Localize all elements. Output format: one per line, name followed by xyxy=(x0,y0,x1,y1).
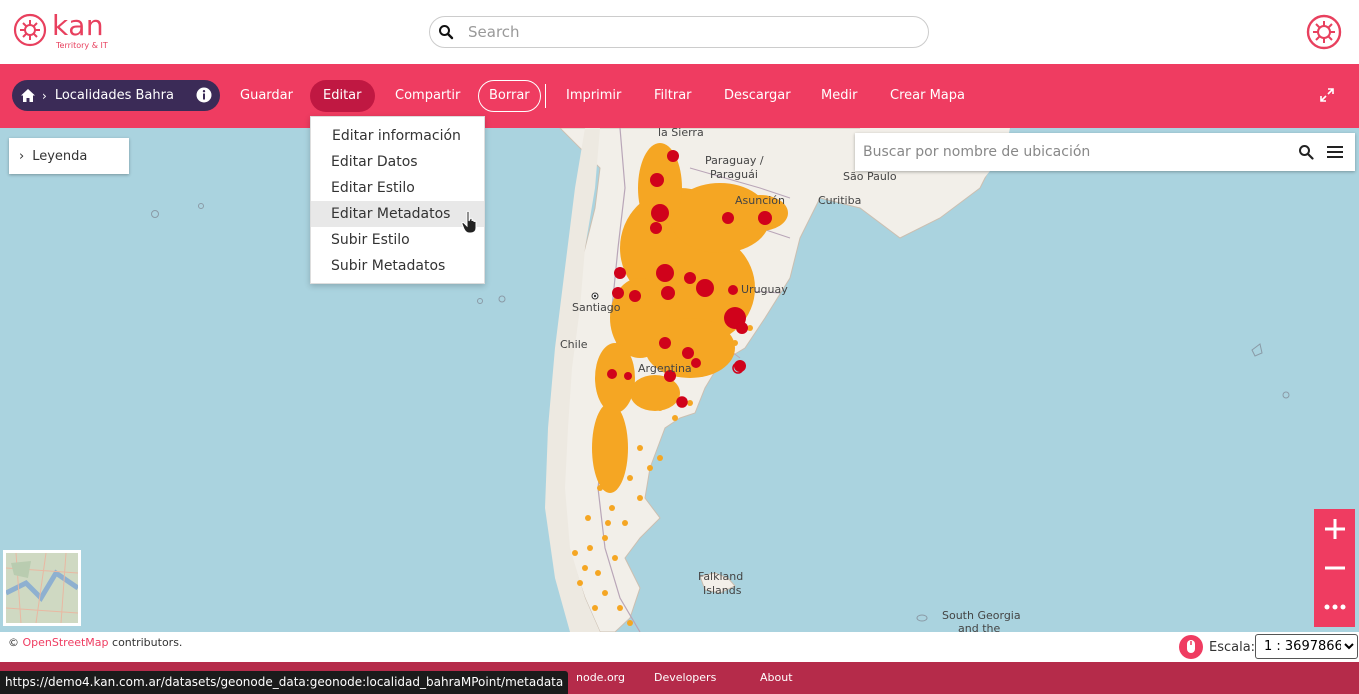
menu-icon[interactable] xyxy=(1327,145,1343,159)
osm-link[interactable]: OpenStreetMap xyxy=(23,636,109,649)
global-search[interactable] xyxy=(429,16,929,48)
attribution-bar: © OpenStreetMap contributors. Escala: 1 … xyxy=(0,632,1359,662)
menu-item-upload-metadata[interactable]: Subir Metadatos xyxy=(311,253,484,279)
user-avatar-icon[interactable] xyxy=(1306,14,1342,50)
copyright-symbol: © xyxy=(8,636,19,649)
footer-link-geonode[interactable]: node.org xyxy=(576,671,625,684)
map-label-sao-paulo: São Paulo xyxy=(843,170,897,183)
map-canvas[interactable]: la Sierra Paraguay / Paraguái Asunción S… xyxy=(0,128,1359,632)
mouse-position-toggle[interactable] xyxy=(1179,635,1203,659)
location-search-input[interactable] xyxy=(863,144,1283,160)
map-label-islands: Islands xyxy=(703,584,742,597)
edit-button[interactable]: Editar xyxy=(310,80,375,112)
breadcrumb: › Localidades Bahra xyxy=(12,80,220,111)
top-header: kan Territory & IT xyxy=(0,0,1359,64)
print-button[interactable]: Imprimir xyxy=(553,80,634,112)
scale-select[interactable]: 1 : 36978669 xyxy=(1255,634,1358,659)
plus-icon xyxy=(1324,518,1345,539)
menu-item-edit-data[interactable]: Editar Datos xyxy=(311,149,484,175)
download-button[interactable]: Descargar xyxy=(711,80,804,112)
legend-toggle[interactable]: › Leyenda xyxy=(9,138,129,174)
info-icon[interactable] xyxy=(196,87,212,103)
share-button[interactable]: Compartir xyxy=(382,80,473,112)
minimap-image xyxy=(6,553,78,623)
attribution-text: © OpenStreetMap contributors. xyxy=(8,636,182,649)
map-label-paraguai: Paraguái xyxy=(710,168,758,181)
toolbar-divider xyxy=(545,84,546,108)
map-label-argentina: Argentina xyxy=(638,362,692,375)
map-toolbar: › Localidades Bahra Guardar Editar Compa… xyxy=(0,64,1359,128)
more-options-button[interactable] xyxy=(1314,587,1355,626)
save-button[interactable]: Guardar xyxy=(227,80,306,112)
background-switcher-thumbnail[interactable] xyxy=(3,550,81,626)
edit-dropdown-menu: Editar información Editar Datos Editar E… xyxy=(310,116,485,284)
minus-icon xyxy=(1324,566,1345,569)
menu-item-edit-style[interactable]: Editar Estilo xyxy=(311,175,484,201)
hand-cursor-icon xyxy=(461,210,477,234)
breadcrumb-title: Localidades Bahra xyxy=(54,88,174,103)
location-search[interactable] xyxy=(855,133,1355,171)
logo-subtitle: Territory & IT xyxy=(56,41,108,50)
chevron-right-icon: › xyxy=(42,88,47,103)
search-icon[interactable] xyxy=(1298,144,1314,160)
map-label-santiago: Santiago xyxy=(572,301,621,314)
menu-item-edit-metadata[interactable]: Editar Metadatos xyxy=(311,201,484,227)
zoom-controls xyxy=(1314,509,1355,627)
basemap xyxy=(151,128,1290,632)
map-label-curitiba: Curitiba xyxy=(818,194,862,207)
map-label-south-georgia: South Georgia xyxy=(942,609,1021,622)
menu-item-edit-info[interactable]: Editar información xyxy=(311,123,484,149)
zoom-in-button[interactable] xyxy=(1314,509,1355,548)
footer-link-about[interactable]: About xyxy=(760,671,793,684)
search-icon xyxy=(439,25,454,40)
kan-logo[interactable]: kan Territory & IT xyxy=(12,12,108,50)
more-dots-icon xyxy=(1324,604,1345,609)
scale-label: Escala: xyxy=(1209,640,1256,655)
map-label-and-the: and the xyxy=(958,622,1001,632)
legend-label: Leyenda xyxy=(32,148,88,164)
map-label-falkland: Falkland xyxy=(698,570,744,583)
delete-button[interactable]: Borrar xyxy=(478,80,541,112)
create-map-button[interactable]: Crear Mapa xyxy=(877,80,978,112)
logo-word: kan xyxy=(52,9,105,42)
fullscreen-icon[interactable] xyxy=(1320,88,1334,102)
map-label-asuncion: Asunción xyxy=(735,194,786,207)
map-label-la-sierra: la Sierra xyxy=(658,128,704,139)
attribution-suffix: contributors. xyxy=(112,636,183,649)
measure-button[interactable]: Medir xyxy=(808,80,870,112)
mouse-icon xyxy=(1187,640,1195,653)
map-label-paraguay: Paraguay / xyxy=(705,154,764,167)
zoom-out-button[interactable] xyxy=(1314,548,1355,587)
search-input[interactable] xyxy=(468,23,908,41)
logo-mark-icon xyxy=(13,13,47,47)
menu-item-upload-style[interactable]: Subir Estilo xyxy=(311,227,484,253)
map-label-chile: Chile xyxy=(560,338,588,351)
chevron-right-icon: › xyxy=(19,148,25,164)
filter-button[interactable]: Filtrar xyxy=(641,80,705,112)
browser-status-url: https://demo4.kan.com.ar/datasets/geonod… xyxy=(0,671,569,694)
home-icon[interactable] xyxy=(20,88,36,104)
map-label-uruguay: Uruguay xyxy=(741,283,788,296)
footer-link-developers[interactable]: Developers xyxy=(654,671,716,684)
